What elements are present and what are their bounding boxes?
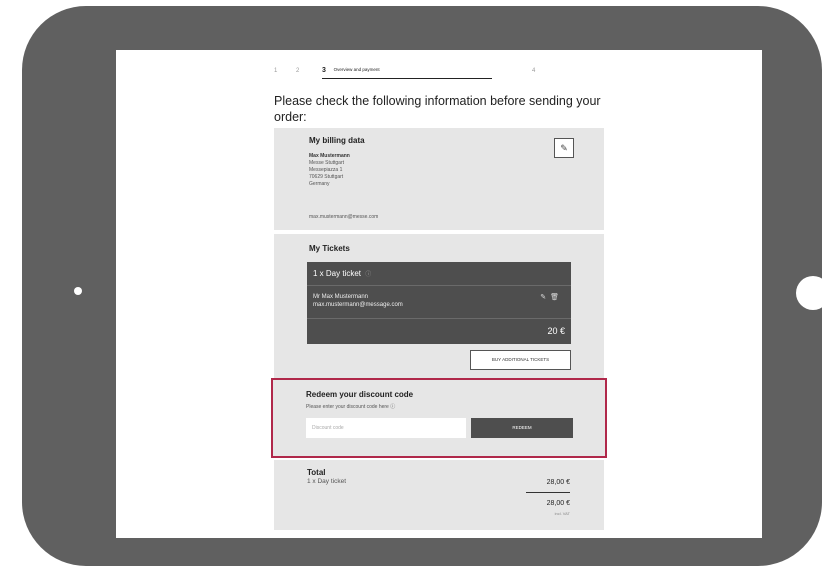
discount-hint: Please enter your discount code here ⓘ	[306, 404, 395, 411]
total-panel: Total 1 x Day ticket 28,00 € 28,00 € inc…	[274, 460, 604, 530]
billing-name: Max Mustermann	[309, 153, 350, 159]
discount-title: Redeem your discount code	[306, 390, 414, 399]
tickets-panel: My Tickets 1 x Day ticket ⓘ Mr Max Muste…	[274, 234, 604, 378]
ticket-holder: Mr Max Mustermann max.mustermann@message…	[313, 293, 403, 309]
ticket-card: 1 x Day ticket ⓘ Mr Max Mustermann max.m…	[307, 262, 571, 344]
pencil-icon: ✎	[560, 143, 568, 153]
vat-note: incl. VAT	[554, 511, 570, 516]
total-line-label: 1 x Day ticket	[307, 478, 347, 485]
redeem-button[interactable]: REDEEM	[471, 418, 573, 438]
ticket-price: 20 €	[547, 326, 565, 336]
billing-street: Messepiazza 1	[309, 167, 343, 173]
billing-panel: My billing data Max Mustermann Messe Stu…	[274, 128, 604, 230]
divider	[307, 318, 571, 319]
tablet-screen: 1 2 3 Overview and payment 4 Please chec…	[116, 50, 762, 538]
divider	[307, 285, 571, 286]
step-2[interactable]: 2	[296, 68, 299, 74]
checkout-steps: 1 2 3 Overview and payment 4	[274, 67, 535, 81]
info-icon[interactable]: ⓘ	[365, 272, 371, 278]
camera-dot	[74, 287, 82, 295]
ticket-card-title: 1 x Day ticket	[313, 269, 362, 278]
ticket-holder-email: max.mustermann@message.com	[313, 302, 403, 308]
edit-billing-button[interactable]: ✎	[554, 138, 574, 158]
billing-country: Germany	[309, 181, 330, 187]
billing-address: Max Mustermann Messe Stuttgart Messepiaz…	[309, 153, 350, 188]
step-3-active: 3 Overview and payment	[322, 67, 492, 79]
page-title: Please check the following information b…	[274, 94, 601, 124]
step-4: 4	[532, 68, 536, 74]
ticket-holder-name: Mr Max Mustermann	[313, 294, 369, 300]
tickets-title: My Tickets	[309, 244, 350, 253]
step-3-number: 3	[322, 67, 326, 74]
billing-company: Messe Stuttgart	[309, 160, 345, 166]
discount-code-input[interactable]: Discount code	[306, 418, 466, 438]
info-icon[interactable]: ⓘ	[390, 404, 395, 410]
ticket-card-header: 1 x Day ticket ⓘ	[313, 269, 371, 278]
step-3-label: Overview and payment	[333, 67, 380, 72]
billing-email: max.mustermann@messe.com	[309, 214, 379, 220]
tablet-frame: 1 2 3 Overview and payment 4 Please chec…	[22, 6, 830, 566]
divider	[526, 492, 570, 493]
billing-title: My billing data	[309, 136, 365, 145]
trash-icon[interactable]: 🗑	[550, 294, 563, 301]
total-title: Total	[307, 468, 326, 477]
pencil-icon[interactable]: ✎	[540, 294, 550, 301]
discount-panel: Redeem your discount code Please enter y…	[271, 378, 607, 458]
step-1[interactable]: 1	[274, 68, 277, 74]
total-sum-value: 28,00 €	[546, 500, 570, 507]
discount-hint-text: Please enter your discount code here	[306, 404, 389, 410]
billing-city: 70629 Stuttgart	[309, 174, 344, 180]
buy-additional-tickets-button[interactable]: BUY ADDITIONAL TICKETS	[470, 350, 571, 370]
ticket-actions: ✎🗑	[540, 293, 563, 301]
home-button[interactable]	[796, 276, 830, 310]
total-line-value: 28,00 €	[546, 479, 570, 486]
